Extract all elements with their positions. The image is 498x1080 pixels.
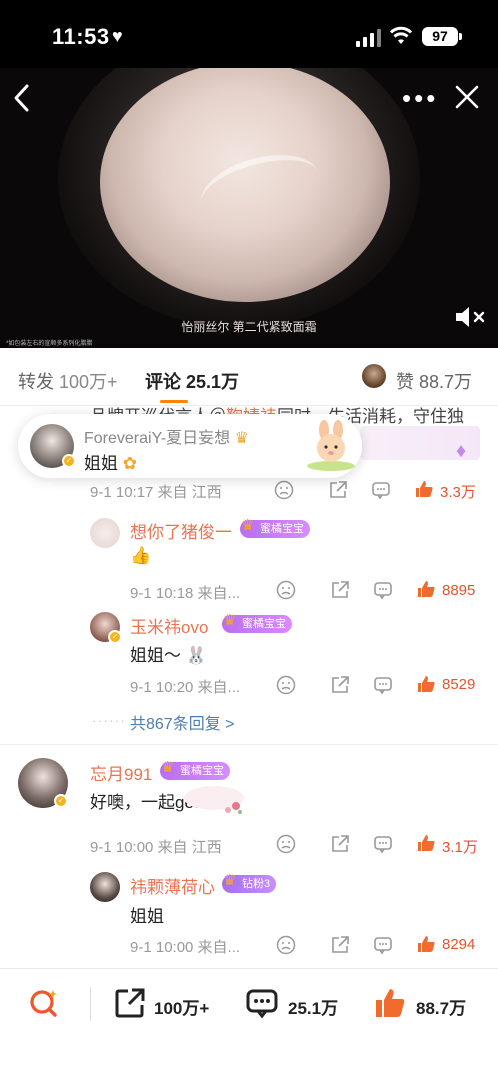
comment-meta: 9-1 10:00 来自... [130, 939, 241, 956]
signal-icon [356, 29, 382, 47]
mute-icon[interactable] [454, 305, 488, 329]
crown-icon: ♛ [234, 430, 249, 447]
tab-forward[interactable]: 转发 100万+ [18, 368, 118, 394]
comment-text: 👍 [130, 546, 152, 565]
username[interactable]: 想你了猪俊一 [130, 518, 232, 543]
gem-icon: ♦ [456, 440, 467, 462]
fan-badge: ♛ 蜜橘宝宝 [222, 612, 292, 633]
comment-icon[interactable] [373, 580, 393, 600]
comment-meta: 9-1 10:18 来自... [130, 585, 241, 602]
comment-text: 姐姐 [130, 907, 164, 926]
crown-icon: ♛ [223, 872, 237, 889]
comment-icon[interactable] [246, 987, 278, 1019]
comment-text: 姐姐～ 🐰 [130, 646, 207, 665]
comment-count: 25.1万 [186, 372, 240, 392]
back-icon[interactable] [10, 82, 34, 114]
comment-popup[interactable]: ✓ ForeveraiY-夏日妄想 ♛ 姐姐 ✿ [18, 414, 362, 478]
crown-icon: ♛ [241, 517, 255, 534]
like-icon[interactable] [374, 987, 406, 1019]
verified-icon: ✓ [108, 630, 122, 644]
crown-icon: ♛ [161, 759, 175, 776]
like-count: 3.3万 [440, 484, 476, 501]
battery-icon: 97 [422, 27, 458, 46]
divider [0, 744, 498, 745]
crown-icon: ♛ [223, 612, 237, 629]
dislike-icon[interactable] [274, 480, 294, 500]
like-count: 88.7万 [419, 372, 473, 392]
popup-username[interactable]: ForeveraiY-夏日妄想 ♛ [84, 424, 249, 448]
status-bar: 11:53 ♥ 97 [0, 0, 498, 68]
forward-count: 100万+ [59, 372, 118, 392]
username[interactable]: 祎颗薄荷心 [130, 873, 215, 898]
like-icon[interactable] [416, 833, 436, 853]
popup-text: 姐姐 ✿ [84, 454, 137, 473]
comment-count[interactable]: 25.1万 [288, 994, 338, 1019]
tab-indicator [160, 400, 188, 403]
avatar[interactable] [90, 872, 120, 902]
tab-like[interactable]: 赞 88.7万 [396, 368, 472, 394]
dislike-icon[interactable] [276, 935, 296, 955]
tab-bar: 转发 100万+ 评论 25.1万 赞 88.7万 [0, 348, 498, 406]
bunny-emoji-icon: 🐰 [185, 646, 207, 665]
avatar[interactable] [90, 518, 120, 548]
more-icon[interactable]: ••• [402, 85, 438, 111]
username[interactable]: 玉米祎ovo [130, 613, 208, 638]
status-time: 11:53 [52, 24, 110, 49]
bottom-action-bar: 100万+ 25.1万 88.7万 [0, 968, 498, 1080]
search-icon[interactable] [28, 987, 60, 1019]
forward-count[interactable]: 100万+ [154, 994, 209, 1019]
like-icon[interactable] [414, 479, 434, 499]
more-replies-link[interactable]: 共867条回复 > [130, 710, 235, 734]
like-icon[interactable] [416, 674, 436, 694]
comment-meta: 9-1 10:17 来自 江西 [90, 484, 222, 501]
emoji-icon: ✿ [122, 454, 137, 473]
username[interactable]: 忘月991 [90, 760, 152, 785]
dislike-icon[interactable] [276, 580, 296, 600]
video-caption: 怡丽丝尔 第二代紧致面霜 [181, 320, 317, 334]
share-icon[interactable] [328, 480, 348, 500]
comment-icon[interactable] [373, 935, 393, 955]
video-player[interactable]: ••• 怡丽丝尔 第二代紧致面霜 *如包装左右的宣顺多系列化腊腊 [0, 68, 498, 348]
wifi-icon [390, 26, 412, 44]
share-icon[interactable] [330, 834, 350, 854]
share-icon[interactable] [330, 675, 350, 695]
heart-icon: ♥ [112, 26, 123, 46]
like-icon[interactable] [416, 579, 436, 599]
like-count: 8895 [442, 582, 476, 599]
flower-decoration-icon [184, 786, 244, 814]
comment-icon[interactable] [373, 675, 393, 695]
dislike-icon[interactable] [276, 675, 296, 695]
verified-icon: ✓ [54, 794, 68, 808]
close-icon[interactable] [454, 84, 480, 110]
like-count: 8529 [442, 676, 476, 693]
fan-badge: ♛ 钻粉3 [222, 872, 277, 893]
like-count: 8294 [442, 936, 476, 953]
like-count[interactable]: 88.7万 [416, 994, 466, 1019]
verified-icon: ✓ [62, 454, 76, 468]
liker-avatar [362, 364, 386, 388]
comment-meta: 9-1 10:20 来自... [130, 679, 241, 696]
tab-comment[interactable]: 评论 25.1万 [145, 368, 239, 394]
fan-badge: ♛ 蜜橘宝宝 [240, 517, 310, 538]
fan-badge: ♛ 蜜橘宝宝 [160, 759, 230, 780]
comment-meta: 9-1 10:00 来自 江西 [90, 839, 222, 856]
dislike-icon[interactable] [276, 834, 296, 854]
comment-icon[interactable] [371, 480, 391, 500]
like-icon[interactable] [416, 934, 436, 954]
forward-icon[interactable] [114, 987, 146, 1019]
like-count: 3.1万 [442, 839, 478, 856]
bunny-sticker-icon [307, 420, 355, 471]
share-icon[interactable] [330, 580, 350, 600]
comment-icon[interactable] [373, 834, 393, 854]
share-icon[interactable] [330, 935, 350, 955]
video-disclaimer: *如包装左右的宣顺多系列化腊腊 [6, 341, 93, 347]
